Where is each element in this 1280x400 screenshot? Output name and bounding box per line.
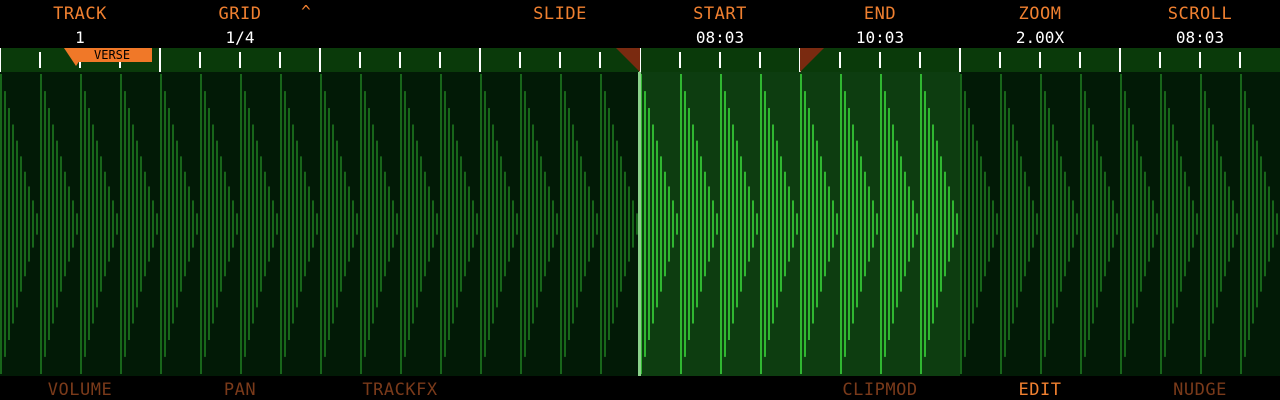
param-zoom-value: 2.00X: [1015, 28, 1065, 47]
ruler-tick: [599, 52, 601, 68]
ruler-tick: [399, 52, 401, 68]
ruler-tick: [679, 52, 681, 68]
ruler-tick: [1239, 52, 1241, 68]
ruler-tick: [239, 52, 241, 68]
ruler-ticks: [0, 48, 1241, 72]
param-track-value: 1: [75, 28, 85, 47]
ruler-tick: [719, 52, 721, 68]
param-slide-label: SLIDE: [533, 4, 587, 24]
ruler-tick: [959, 48, 961, 72]
bottom-menu: VOLUME PAN TRACKFX CLIPMOD EDIT NUDGE: [0, 376, 1280, 400]
param-scroll-value: 08:03: [1175, 28, 1225, 47]
ruler-tick: [999, 52, 1001, 68]
timeline-ruler[interactable]: [0, 48, 1280, 72]
param-end-label: END: [863, 4, 897, 24]
ruler-tick: [1119, 48, 1121, 72]
ruler-tick: [1039, 52, 1041, 68]
ruler-tick: [1079, 52, 1081, 68]
caret-indicator: ^: [301, 2, 311, 21]
ruler-tick: [919, 52, 921, 68]
param-zoom-label: ZOOM: [1018, 4, 1062, 24]
param-end-value: 10:03: [855, 28, 905, 47]
ruler-tick: [319, 48, 321, 72]
ruler-tick: [519, 52, 521, 68]
ruler-tick: [199, 52, 201, 68]
ruler-tick: [279, 52, 281, 68]
param-start-value: 08:03: [695, 28, 745, 47]
ruler-tick: [0, 48, 1, 72]
waveform: [0, 72, 1278, 376]
selected-region: [640, 72, 960, 376]
ruler-tick: [1199, 52, 1201, 68]
ruler-tick: [359, 52, 361, 68]
menu-clipmod[interactable]: CLIPMOD: [800, 380, 960, 400]
loop-end-marker: [800, 48, 824, 72]
param-scroll-label: SCROLL: [1167, 4, 1233, 24]
ruler-tick: [39, 52, 41, 68]
ruler-tick: [879, 52, 881, 68]
marker-verse[interactable]: VERSE: [76, 48, 152, 62]
ruler-tick: [439, 52, 441, 68]
ruler-tick: [839, 52, 841, 68]
menu-volume[interactable]: VOLUME: [0, 380, 160, 400]
parameter-header: TRACK 1 GRID 1/4 ^ SLIDE START 08:03 END…: [0, 0, 1280, 48]
loop-start-marker: [616, 48, 640, 72]
playhead: [638, 72, 641, 376]
param-track-label: TRACK: [53, 4, 107, 24]
ruler-tick: [1159, 52, 1161, 68]
menu-trackfx[interactable]: TRACKFX: [320, 380, 480, 400]
ruler-tick: [159, 48, 161, 72]
ruler-tick: [559, 52, 561, 68]
menu-pan[interactable]: PAN: [160, 380, 320, 400]
menu-edit[interactable]: EDIT: [960, 380, 1120, 400]
ruler-tick: [479, 48, 481, 72]
waveform-view[interactable]: [0, 72, 1280, 376]
param-start-label: START: [693, 4, 747, 24]
menu-nudge[interactable]: NUDGE: [1120, 380, 1280, 400]
ruler-tick: [759, 52, 761, 68]
param-grid-value: 1/4: [225, 28, 255, 47]
